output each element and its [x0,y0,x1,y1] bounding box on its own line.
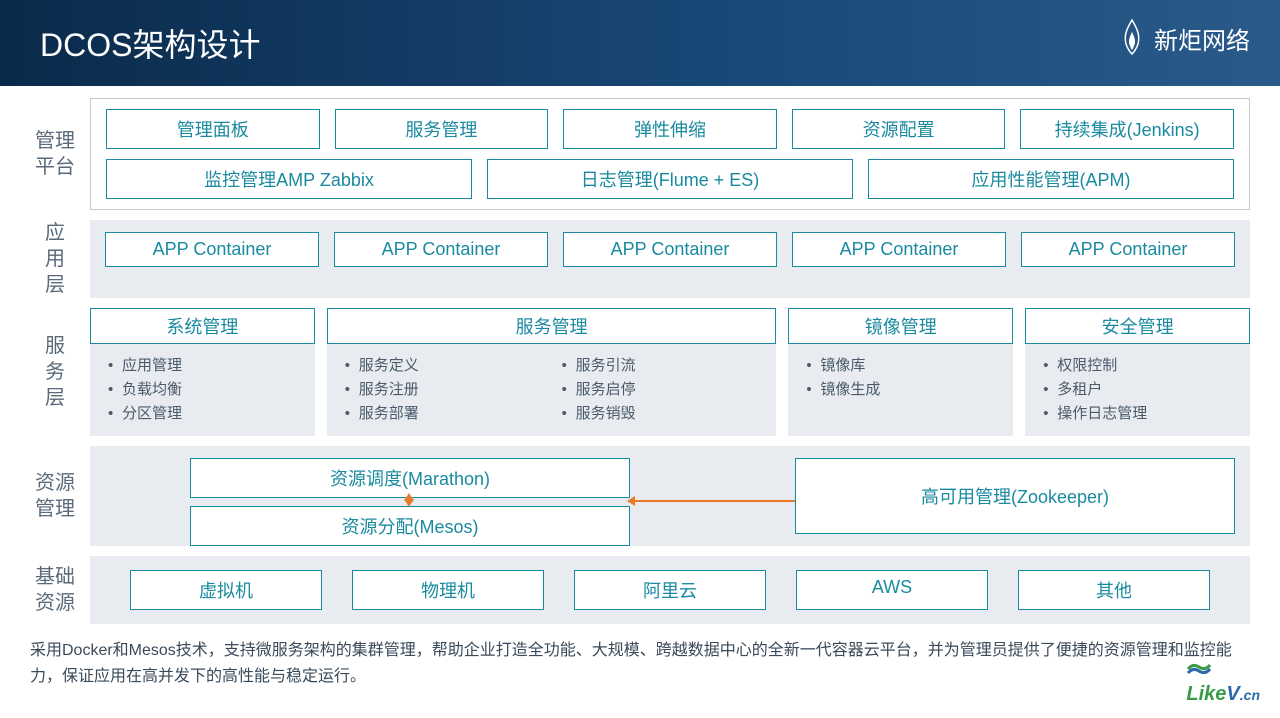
service-group-title: 系统管理 [90,308,315,344]
mgmt-box-4: 持续集成(Jenkins) [1020,109,1234,149]
infra-box-0: 虚拟机 [130,570,322,610]
service-group-2: 镜像管理镜像库镜像生成 [788,308,1013,436]
service-group-body: 应用管理负载均衡分区管理 [90,344,315,436]
layer-label-svc: 服 务 层 [30,308,90,436]
mgmt-box-0: 管理面板 [106,109,320,149]
app-container-1: APP Container [334,232,548,267]
app-container-2: APP Container [563,232,777,267]
box-mesos: 资源分配(Mesos) [190,506,630,546]
list-item: 负载均衡 [108,378,297,402]
list-item: 服务销毁 [562,402,759,426]
service-group-body: 服务定义服务注册服务部署服务引流服务启停服务销毁 [327,344,777,436]
slide-title: DCOS架构设计 [40,20,260,66]
infra-box-1: 物理机 [352,570,544,610]
app-container-0: APP Container [105,232,319,267]
list-item: 服务部署 [345,402,542,426]
mgmt-box2-1: 日志管理(Flume + ES) [487,159,853,199]
box-zookeeper: 高可用管理(Zookeeper) [795,458,1235,534]
infra-box-4: 其他 [1018,570,1210,610]
infra-box-2: 阿里云 [574,570,766,610]
list-item: 权限控制 [1043,354,1232,378]
description-text: 采用Docker和Mesos技术，支持微服务架构的集群管理，帮助企业打造全功能、… [0,630,1280,689]
layer-label-infra: 基础 资源 [30,556,90,624]
list-item: 操作日志管理 [1043,402,1232,426]
mgmt-box2-2: 应用性能管理(APM) [868,159,1234,199]
mgmt-box-1: 服务管理 [335,109,549,149]
infra-box-3: AWS [796,570,988,610]
service-group-title: 镜像管理 [788,308,1013,344]
layer-management: 管理 平台 管理面板服务管理弹性伸缩资源配置持续集成(Jenkins) 监控管理… [30,98,1250,210]
watermark-logo: LikeV.cn [1186,659,1260,706]
service-group-body: 权限控制多租户操作日志管理 [1025,344,1250,436]
layer-application: 应 用 层 APP Container APP Container APP Cont… [30,220,1250,298]
list-item: 服务启停 [562,378,759,402]
layer-service: 服 务 层 系统管理应用管理负载均衡分区管理服务管理服务定义服务注册服务部署服务… [30,308,1250,436]
wave-icon [1186,659,1212,675]
mgmt-box-3: 资源配置 [792,109,1006,149]
list-item: 服务引流 [562,354,759,378]
list-item: 服务注册 [345,378,542,402]
service-group-body: 镜像库镜像生成 [788,344,1013,436]
list-item: 服务定义 [345,354,542,378]
layer-label-res: 资源 管理 [30,446,90,546]
layer-label-mgmt: 管理 平台 [30,98,90,210]
arrow-vertical-icon [408,496,410,504]
service-group-1: 服务管理服务定义服务注册服务部署服务引流服务启停服务销毁 [327,308,777,436]
app-container-3: APP Container [792,232,1006,267]
list-item: 应用管理 [108,354,297,378]
service-group-title: 服务管理 [327,308,777,344]
service-group-0: 系统管理应用管理负载均衡分区管理 [90,308,315,436]
list-item: 多租户 [1043,378,1232,402]
list-item: 镜像库 [806,354,995,378]
layer-label-app: 应 用 层 [30,220,90,298]
architecture-diagram: 管理 平台 管理面板服务管理弹性伸缩资源配置持续集成(Jenkins) 监控管理… [0,86,1280,624]
mgmt-box2-0: 监控管理AMP Zabbix [106,159,472,199]
layer-infrastructure: 基础 资源 虚拟机物理机阿里云 AWS 其他 [30,556,1250,624]
layer-resource: 资源 管理 资源调度(Marathon) 资源分配(Mesos) 高可用管理(Z… [30,446,1250,546]
list-item: 镜像生成 [806,378,995,402]
service-group-title: 安全管理 [1025,308,1250,344]
brand-logo: 新炬网络 [1118,18,1250,58]
app-container-4: APP Container [1021,232,1235,267]
mgmt-box-2: 弹性伸缩 [563,109,777,149]
brand-text: 新炬网络 [1154,21,1250,56]
slide-header: DCOS架构设计 新炬网络 [0,0,1280,86]
service-group-3: 安全管理权限控制多租户操作日志管理 [1025,308,1250,436]
flame-icon [1118,18,1146,58]
list-item: 分区管理 [108,402,297,426]
